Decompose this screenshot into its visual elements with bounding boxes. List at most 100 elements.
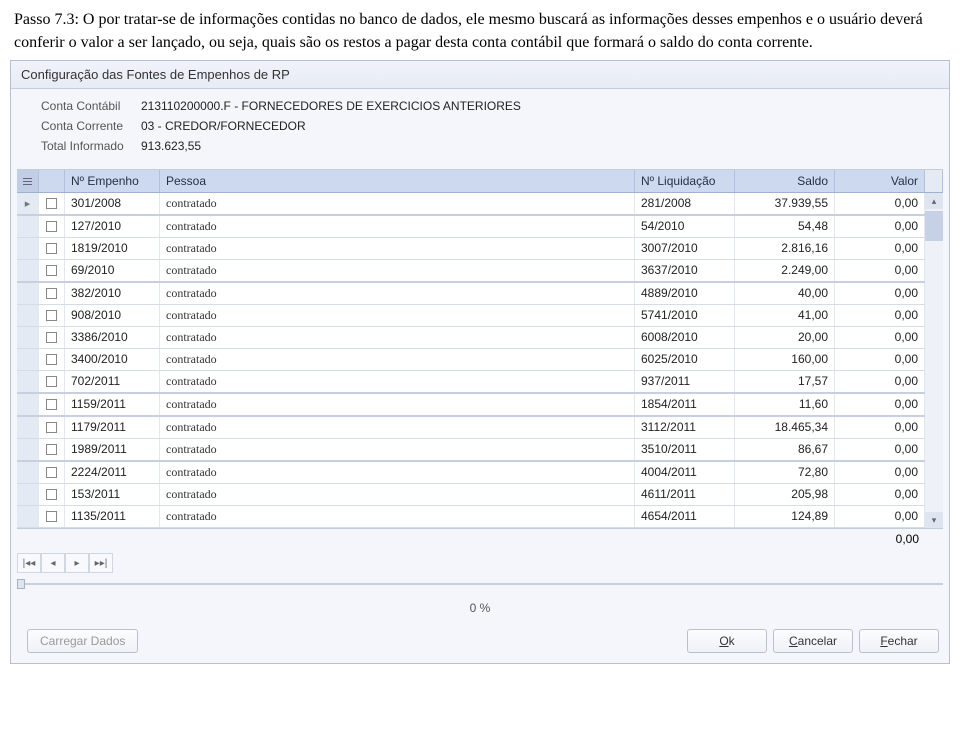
cell-empenho: 1159/2011 — [65, 394, 160, 415]
row-checkbox[interactable] — [39, 305, 65, 326]
cell-pessoa: contratado — [160, 327, 635, 348]
cancelar-button[interactable]: Cancelar — [773, 629, 853, 653]
row-marker — [17, 216, 39, 237]
cell-pessoa: contratado — [160, 349, 635, 370]
column-empenho[interactable]: Nº Empenho — [65, 170, 160, 192]
table-row[interactable]: 908/2010contratado5741/201041,000,00 — [17, 305, 943, 327]
cell-pessoa: contratado — [160, 283, 635, 304]
record-navigator: |◂◂ ◂ ▸ ▸▸| — [17, 553, 943, 573]
table-row[interactable]: 153/2011contratado4611/2011205,980,00 — [17, 484, 943, 506]
column-liquidacao[interactable]: Nº Liquidação — [635, 170, 735, 192]
cell-saldo: 2.249,00 — [735, 260, 835, 281]
row-checkbox[interactable] — [39, 327, 65, 348]
carregar-dados-button[interactable]: Carregar Dados — [27, 629, 138, 653]
row-marker — [17, 260, 39, 281]
row-checkbox[interactable] — [39, 349, 65, 370]
fechar-button[interactable]: Fechar — [859, 629, 939, 653]
cell-liquidacao: 937/2011 — [635, 371, 735, 392]
row-checkbox[interactable] — [39, 394, 65, 415]
column-pessoa[interactable]: Pessoa — [160, 170, 635, 192]
h-scroll-thumb[interactable] — [17, 579, 25, 589]
cell-valor: 0,00 — [835, 193, 925, 214]
cell-liquidacao: 6025/2010 — [635, 349, 735, 370]
table-row[interactable]: 702/2011contratado937/201117,570,00 — [17, 371, 943, 394]
cell-saldo: 17,57 — [735, 371, 835, 392]
column-selector[interactable] — [17, 170, 39, 192]
table-row[interactable]: 1989/2011contratado3510/201186,670,00 — [17, 439, 943, 462]
row-checkbox[interactable] — [39, 238, 65, 259]
row-checkbox[interactable] — [39, 439, 65, 460]
cell-pessoa: contratado — [160, 216, 635, 237]
row-marker — [17, 484, 39, 505]
cell-liquidacao: 54/2010 — [635, 216, 735, 237]
cell-pessoa: contratado — [160, 417, 635, 438]
cell-liquidacao: 3637/2010 — [635, 260, 735, 281]
table-row[interactable]: 3400/2010contratado6025/2010160,000,00 — [17, 349, 943, 371]
scroll-up-icon[interactable]: ▴ — [925, 193, 943, 209]
table-row[interactable]: 1179/2011contratado3112/201118.465,340,0… — [17, 417, 943, 439]
nav-next-button[interactable]: ▸ — [65, 553, 89, 573]
table-row[interactable]: 2224/2011contratado4004/201172,800,00 — [17, 462, 943, 484]
hamburger-icon — [23, 176, 32, 187]
cell-valor: 0,00 — [835, 462, 925, 483]
conta-contabil-value: 213110200000.F - FORNECEDORES DE EXERCIC… — [141, 99, 521, 113]
row-checkbox[interactable] — [39, 462, 65, 483]
table-row[interactable]: 382/2010contratado4889/201040,000,00 — [17, 283, 943, 305]
cell-valor: 0,00 — [835, 506, 925, 527]
nav-last-button[interactable]: ▸▸| — [89, 553, 113, 573]
table-row[interactable]: ▸301/2008contratado281/200837.939,550,00 — [17, 193, 943, 216]
cell-liquidacao: 281/2008 — [635, 193, 735, 214]
cell-valor: 0,00 — [835, 260, 925, 281]
total-informado-value: 913.623,55 — [141, 139, 201, 153]
cell-empenho: 301/2008 — [65, 193, 160, 214]
cell-valor: 0,00 — [835, 484, 925, 505]
cell-empenho: 1179/2011 — [65, 417, 160, 438]
footer-total-valor: 0,00 — [835, 529, 943, 549]
table-row[interactable]: 1159/2011contratado1854/201111,600,00 — [17, 394, 943, 417]
column-saldo[interactable]: Saldo — [735, 170, 835, 192]
scroll-down-icon[interactable]: ▾ — [925, 512, 943, 528]
cell-saldo: 205,98 — [735, 484, 835, 505]
row-marker — [17, 327, 39, 348]
ok-button[interactable]: Ok — [687, 629, 767, 653]
row-checkbox[interactable] — [39, 216, 65, 237]
cell-liquidacao: 3510/2011 — [635, 439, 735, 460]
row-checkbox[interactable] — [39, 371, 65, 392]
row-checkbox[interactable] — [39, 260, 65, 281]
row-checkbox[interactable] — [39, 283, 65, 304]
table-row[interactable]: 3386/2010contratado6008/201020,000,00 — [17, 327, 943, 349]
table-row[interactable]: 1819/2010contratado3007/20102.816,160,00 — [17, 238, 943, 260]
row-checkbox[interactable] — [39, 506, 65, 527]
horizontal-scrollbar[interactable] — [17, 577, 943, 591]
cell-pessoa: contratado — [160, 439, 635, 460]
row-checkbox[interactable] — [39, 417, 65, 438]
column-valor[interactable]: Valor — [835, 170, 925, 192]
cell-valor: 0,00 — [835, 238, 925, 259]
cell-saldo: 160,00 — [735, 349, 835, 370]
vertical-scrollbar[interactable]: ▴ ▾ — [925, 193, 943, 528]
row-marker — [17, 506, 39, 527]
row-checkbox[interactable] — [39, 484, 65, 505]
scroll-track[interactable] — [925, 241, 943, 512]
row-checkbox[interactable] — [39, 193, 65, 214]
cell-valor: 0,00 — [835, 305, 925, 326]
progress-text: 0 % — [11, 595, 949, 625]
cell-pessoa: contratado — [160, 462, 635, 483]
table-row[interactable]: 127/2010contratado54/201054,480,00 — [17, 216, 943, 238]
table-row[interactable]: 69/2010contratado3637/20102.249,000,00 — [17, 260, 943, 283]
cell-saldo: 2.816,16 — [735, 238, 835, 259]
row-marker — [17, 394, 39, 415]
cell-empenho: 702/2011 — [65, 371, 160, 392]
cell-liquidacao: 4889/2010 — [635, 283, 735, 304]
cell-liquidacao: 4004/2011 — [635, 462, 735, 483]
cell-liquidacao: 6008/2010 — [635, 327, 735, 348]
window-titlebar: Configuração das Fontes de Empenhos de R… — [11, 61, 949, 89]
column-scrollbar-spacer — [925, 170, 943, 192]
cell-liquidacao: 3007/2010 — [635, 238, 735, 259]
scroll-thumb[interactable] — [925, 211, 943, 241]
table-row[interactable]: 1135/2011contratado4654/2011124,890,00 — [17, 506, 943, 528]
nav-first-button[interactable]: |◂◂ — [17, 553, 41, 573]
row-marker — [17, 371, 39, 392]
cell-saldo: 40,00 — [735, 283, 835, 304]
nav-prev-button[interactable]: ◂ — [41, 553, 65, 573]
